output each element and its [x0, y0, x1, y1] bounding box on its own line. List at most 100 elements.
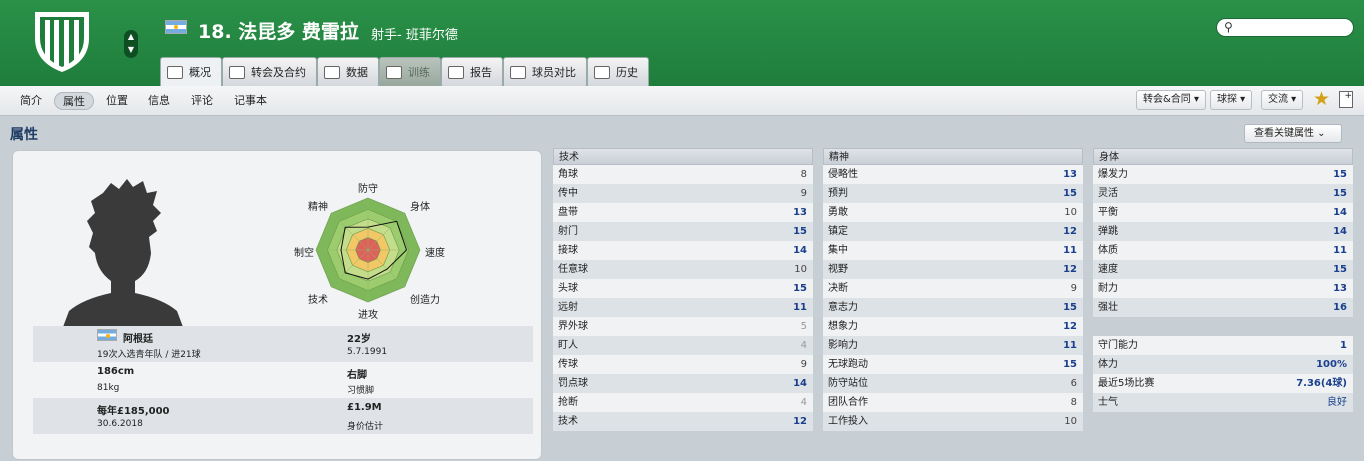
attribute-row[interactable]: 侵略性 13	[823, 165, 1083, 184]
attribute-name: 抢断	[558, 397, 578, 408]
attribute-row[interactable]: 镇定 12	[823, 222, 1083, 241]
wage[interactable]: 每年£185,000	[97, 402, 170, 417]
attribute-row[interactable]: 无球跑动 15	[823, 355, 1083, 374]
star-icon[interactable]: ★	[1313, 88, 1330, 110]
scout-dropdown[interactable]: 球探 ▾	[1210, 90, 1253, 110]
status-row[interactable]: 守门能力 1	[1093, 336, 1353, 355]
notes-add-icon[interactable]: +	[1339, 91, 1353, 108]
attribute-row[interactable]: 团队合作 8	[823, 393, 1083, 412]
player-silhouette	[63, 179, 183, 327]
attribute-name: 弹跳	[1098, 226, 1118, 237]
tab-training[interactable]: 训练	[379, 57, 441, 86]
tab-report[interactable]: 报告	[441, 57, 503, 86]
attribute-row[interactable]: 预判 15	[823, 184, 1083, 203]
status-value: 良好	[1327, 397, 1347, 408]
attribute-name: 速度	[1098, 264, 1118, 275]
subnav-comments[interactable]: 评论	[183, 92, 221, 110]
attribute-row[interactable]: 速度 15	[1093, 260, 1353, 279]
attribute-row[interactable]: 盯人 4	[553, 336, 813, 355]
attribute-row[interactable]: 角球 8	[553, 165, 813, 184]
attribute-value: 10	[794, 264, 807, 275]
attribute-row[interactable]: 罚点球 14	[553, 374, 813, 393]
attribute-row[interactable]: 工作投入 10	[823, 412, 1083, 431]
player-position-club[interactable]: 射手- 班菲尔德	[371, 24, 458, 43]
attribute-row[interactable]: 决断 9	[823, 279, 1083, 298]
attribute-row[interactable]: 头球 15	[553, 279, 813, 298]
attribute-row[interactable]: 视野 12	[823, 260, 1083, 279]
attribute-row[interactable]: 盘带 13	[553, 203, 813, 222]
attribute-row[interactable]: 强壮 16	[1093, 298, 1353, 317]
attribute-row[interactable]: 灵活 15	[1093, 184, 1353, 203]
compare-icon	[510, 65, 526, 79]
attribute-name: 盘带	[558, 207, 578, 218]
status-row[interactable]: 体力 100%	[1093, 355, 1353, 374]
dropdown-label: 转会&合同	[1143, 94, 1191, 105]
attribute-value: 14	[793, 378, 807, 389]
attribute-name: 界外球	[558, 321, 588, 332]
attribute-value: 16	[1333, 302, 1347, 313]
tab-label: 数据	[346, 66, 368, 79]
attribute-row[interactable]: 体质 11	[1093, 241, 1353, 260]
attribute-name: 盯人	[558, 340, 578, 351]
subnav-positions[interactable]: 位置	[98, 92, 136, 110]
attribute-value: 15	[1063, 302, 1077, 313]
attribute-row[interactable]: 意志力 15	[823, 298, 1083, 317]
tab-history[interactable]: 历史	[587, 57, 649, 86]
nationality[interactable]: 阿根廷	[123, 330, 153, 345]
preferred-foot-label: 习惯脚	[347, 386, 375, 396]
tab-transfer-contract[interactable]: 转会及合约	[222, 57, 317, 86]
attribute-row[interactable]: 传中 9	[553, 184, 813, 203]
radar-label: 身体	[410, 202, 430, 213]
radar-label: 制空	[294, 248, 314, 259]
attribute-row[interactable]: 任意球 10	[553, 260, 813, 279]
interact-dropdown[interactable]: 交流 ▾	[1261, 90, 1304, 110]
subnav-notes[interactable]: 记事本	[226, 92, 275, 110]
attribute-row[interactable]: 爆发力 15	[1093, 165, 1353, 184]
subnav-info[interactable]: 信息	[140, 92, 178, 110]
attribute-row[interactable]: 技术 12	[553, 412, 813, 431]
search-input[interactable]: ⚲	[1216, 18, 1354, 37]
status-value: 7.36(4球)	[1296, 378, 1347, 389]
attribute-row[interactable]: 防守站位 6	[823, 374, 1083, 393]
attribute-row[interactable]: 集中 11	[823, 241, 1083, 260]
attribute-row[interactable]: 射门 15	[553, 222, 813, 241]
attribute-row[interactable]: 想象力 12	[823, 317, 1083, 336]
attribute-name: 射门	[558, 226, 578, 237]
attribute-value: 9	[1070, 283, 1077, 294]
subnav-attributes[interactable]: 属性	[54, 92, 94, 110]
transfer-dropdown[interactable]: 转会&合同 ▾	[1136, 90, 1207, 110]
tab-stats[interactable]: 数据	[317, 57, 379, 86]
attribute-row[interactable]: 接球 14	[553, 241, 813, 260]
attribute-value: 12	[1063, 226, 1077, 237]
attribute-row[interactable]: 勇敢 10	[823, 203, 1083, 222]
attribute-row[interactable]: 界外球 5	[553, 317, 813, 336]
attribute-name: 头球	[558, 283, 578, 294]
mental-attributes: 精神 侵略性 13 预判 15 勇敢 10 镇定 12 集中 11 视野 12 决断 9 意志力 15 想象力 1…	[823, 148, 1083, 431]
attribute-name: 平衡	[1098, 207, 1118, 218]
tab-label: 训练	[408, 66, 430, 79]
radar-label: 精神	[308, 202, 328, 213]
attribute-row[interactable]: 抢断 4	[553, 393, 813, 412]
subnav-summary[interactable]: 简介	[12, 92, 50, 110]
info-row: 阿根廷 19次入选青年队 / 进21球 22岁 5.7.1991	[33, 326, 533, 362]
status-name: 士气	[1098, 397, 1118, 408]
attribute-row[interactable]: 远射 11	[553, 298, 813, 317]
tab-compare[interactable]: 球员对比	[503, 57, 587, 86]
club-crest-icon[interactable]	[31, 8, 93, 74]
status-row[interactable]: 最近5场比赛 7.36(4球)	[1093, 374, 1353, 393]
attribute-value: 9	[800, 188, 807, 199]
attribute-row[interactable]: 传球 9	[553, 355, 813, 374]
attribute-value: 15	[793, 283, 807, 294]
tab-overview[interactable]: 概况	[160, 57, 222, 86]
attribute-row[interactable]: 弹跳 14	[1093, 222, 1353, 241]
status-value: 1	[1340, 340, 1347, 351]
player-stepper[interactable]: ▲ ▼	[124, 30, 138, 58]
attribute-value: 11	[1333, 245, 1347, 256]
status-row[interactable]: 士气 良好	[1093, 393, 1353, 412]
attribute-row[interactable]: 影响力 11	[823, 336, 1083, 355]
section-title: 属性	[10, 127, 38, 143]
key-attributes-button[interactable]: 查看关键属性 ⌄	[1244, 124, 1342, 143]
attribute-row[interactable]: 平衡 14	[1093, 203, 1353, 222]
attribute-row[interactable]: 耐力 13	[1093, 279, 1353, 298]
attribute-value: 11	[1063, 245, 1077, 256]
